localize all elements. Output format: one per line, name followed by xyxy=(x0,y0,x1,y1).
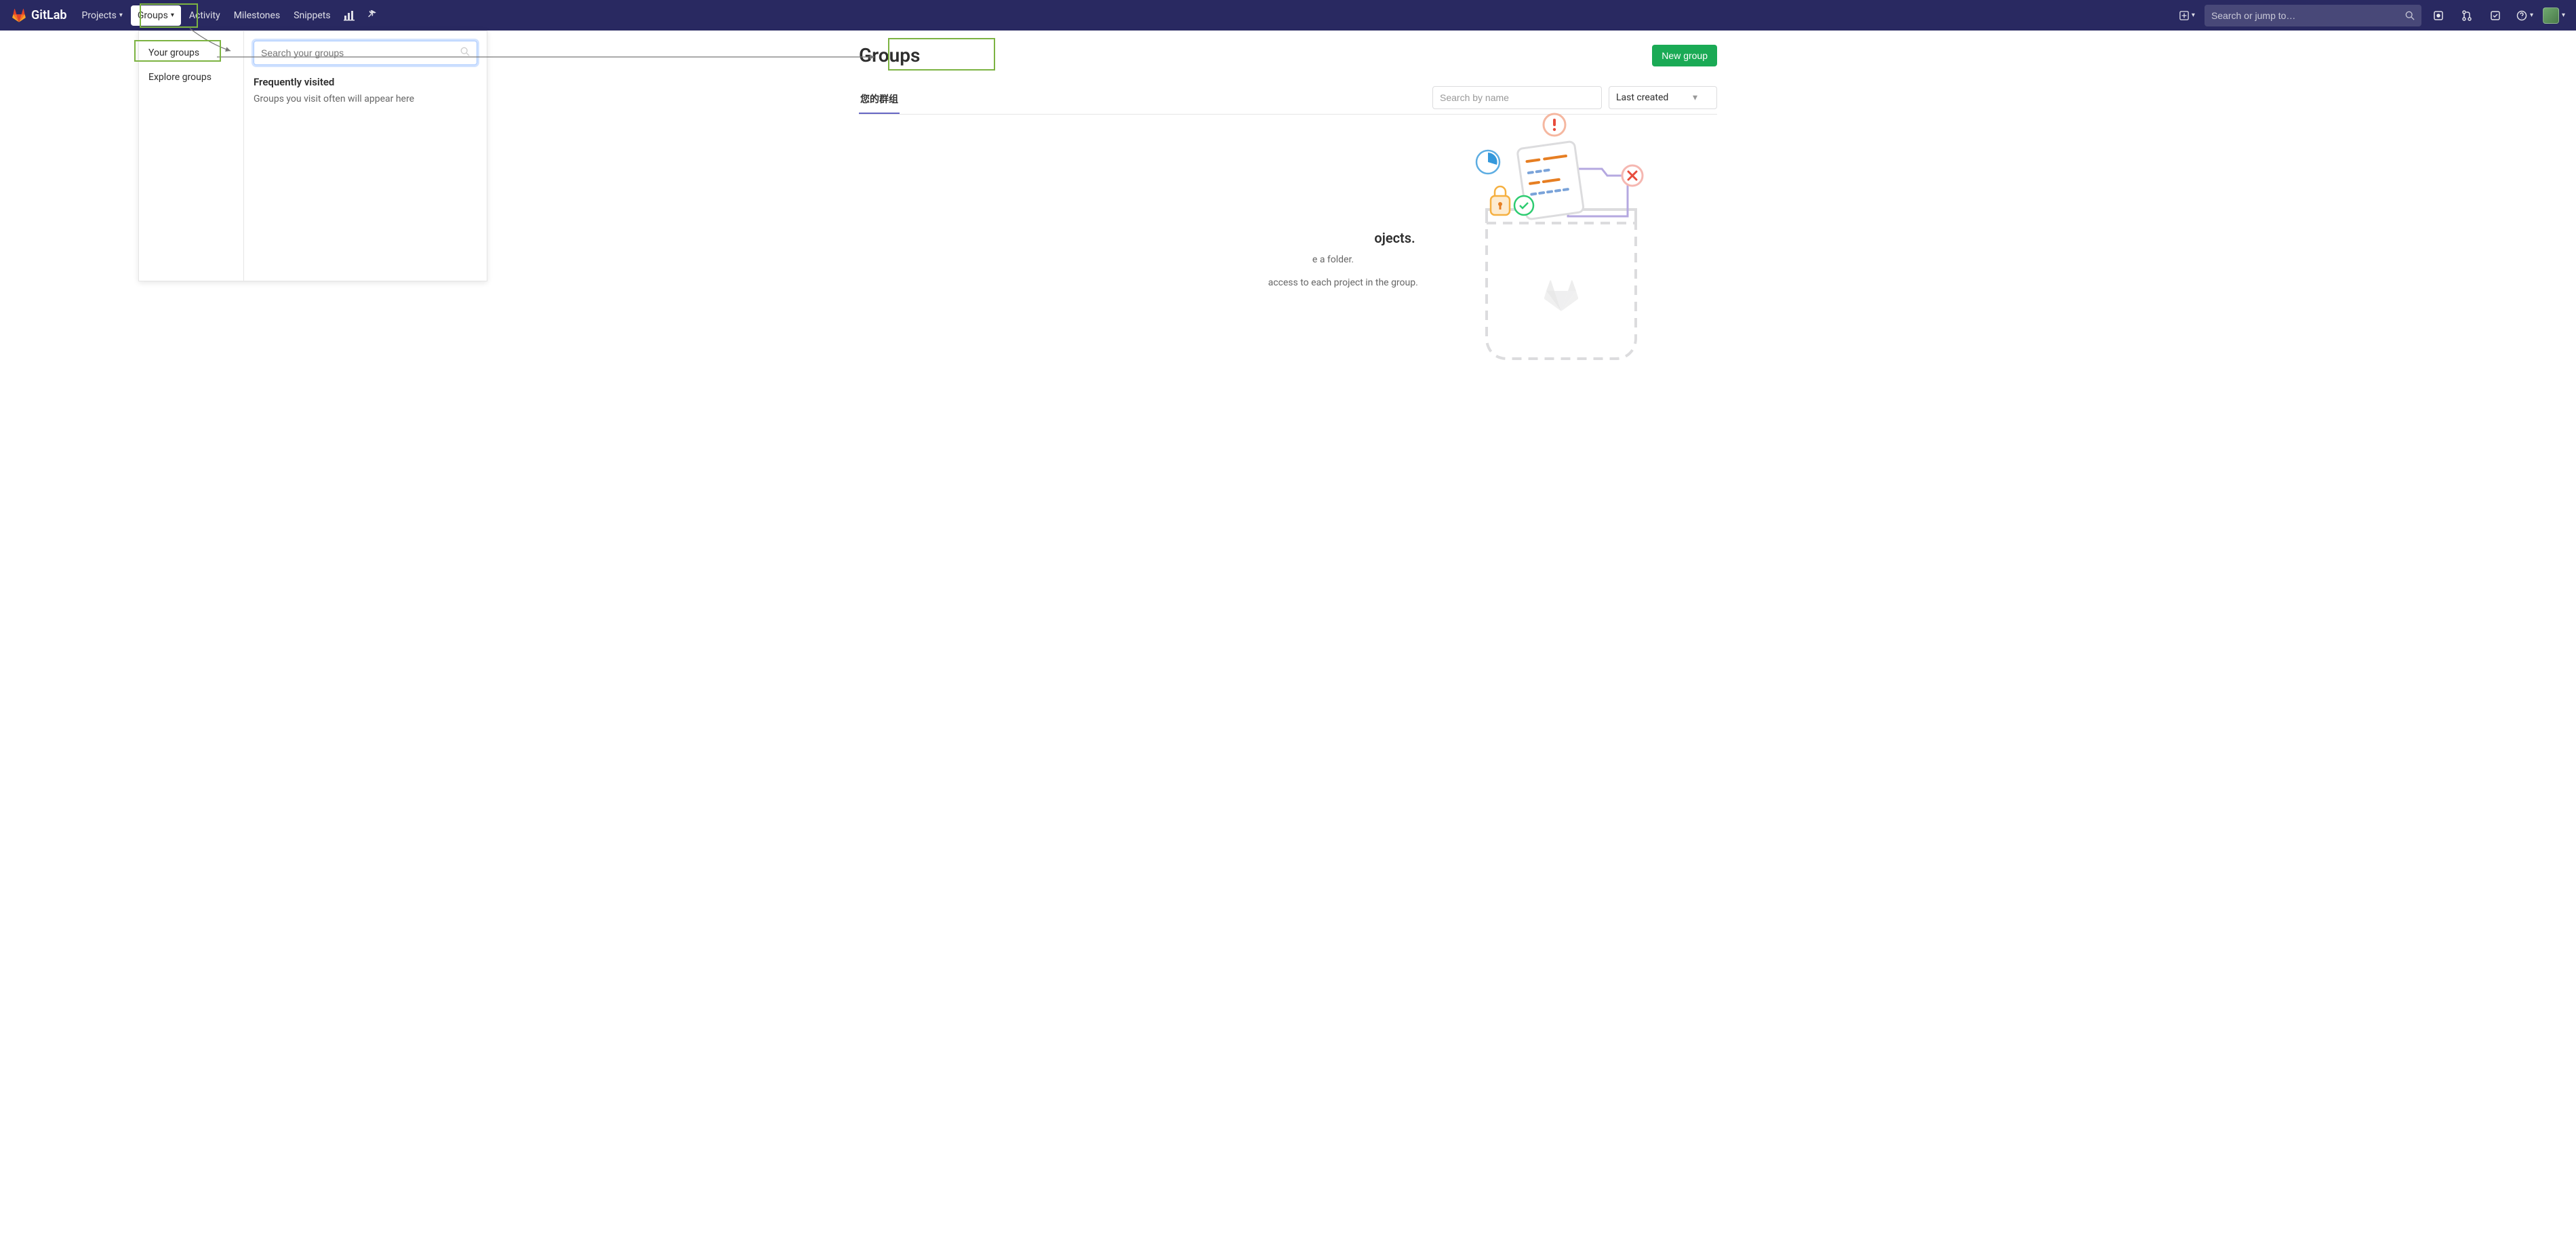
chevron-down-icon: ▾ xyxy=(171,12,174,19)
nav-snippets-label: Snippets xyxy=(294,10,330,21)
merge-request-icon xyxy=(2461,10,2472,21)
nav-projects-label: Projects xyxy=(82,10,117,21)
groups-dropdown-sidebar: Your groups Explore groups xyxy=(139,31,244,281)
chevron-down-icon: ▾ xyxy=(2530,12,2533,19)
todo-icon xyxy=(2490,10,2501,21)
user-avatar xyxy=(2543,7,2559,24)
groups-dropdown-panel: Your groups Explore groups Frequently vi… xyxy=(138,31,487,281)
frequently-visited-text: Groups you visit often will appear here xyxy=(254,94,477,104)
groups-dropdown-search[interactable] xyxy=(254,41,477,65)
nav-activity-label: Activity xyxy=(189,10,220,21)
merge-requests-icon-btn[interactable] xyxy=(2455,4,2478,27)
todos-icon-btn[interactable] xyxy=(2484,4,2507,27)
bar-chart-icon xyxy=(344,10,355,21)
user-menu[interactable]: ▾ xyxy=(2543,7,2565,24)
nav-projects[interactable]: Projects ▾ xyxy=(75,0,129,31)
gitlab-logo[interactable]: GitLab xyxy=(11,8,67,23)
gitlab-brand-text: GitLab xyxy=(31,8,67,22)
chevron-down-icon: ▾ xyxy=(2192,12,2195,19)
filter-by-name-input[interactable] xyxy=(1432,86,1602,109)
search-icon xyxy=(460,47,470,59)
issues-icon xyxy=(2433,10,2444,21)
sort-dropdown[interactable]: Last created ▾ xyxy=(1609,86,1717,109)
help-icon xyxy=(2516,10,2527,21)
wrench-icon xyxy=(367,10,378,21)
nav-activity[interactable]: Activity xyxy=(182,0,227,31)
nav-snippets[interactable]: Snippets xyxy=(287,0,337,31)
plus-square-icon xyxy=(2179,11,2189,20)
nav-milestones[interactable]: Milestones xyxy=(227,0,287,31)
new-group-button[interactable]: New group xyxy=(1652,45,1717,66)
nav-admin-icon[interactable] xyxy=(361,4,384,27)
nav-groups-label: Groups xyxy=(138,10,168,21)
gitlab-icon xyxy=(11,8,27,23)
help-dropdown[interactable]: ▾ xyxy=(2512,10,2537,21)
frequently-visited-heading: Frequently visited xyxy=(254,76,477,88)
chevron-down-icon: ▾ xyxy=(1693,92,1697,103)
top-navbar: GitLab Projects ▾ Groups ▾ Activity Mile… xyxy=(0,0,2576,31)
global-search-input[interactable] xyxy=(2211,10,2405,21)
chevron-down-icon: ▾ xyxy=(119,12,123,19)
nav-milestones-label: Milestones xyxy=(234,10,281,21)
nav-analytics-icon[interactable] xyxy=(338,4,361,27)
groups-dropdown-search-input[interactable] xyxy=(261,47,460,58)
chevron-down-icon: ▾ xyxy=(2562,12,2565,19)
sort-dropdown-label: Last created xyxy=(1616,92,1668,103)
dropdown-your-groups[interactable]: Your groups xyxy=(139,41,243,65)
empty-state: A group is a collection of several proje… xyxy=(859,115,1717,327)
tab-your-groups[interactable]: 您的群组 xyxy=(859,85,900,114)
issues-icon-btn[interactable] xyxy=(2427,4,2450,27)
page-title: Groups xyxy=(859,44,920,66)
dropdown-explore-groups[interactable]: Explore groups xyxy=(139,65,243,90)
global-search[interactable] xyxy=(2205,5,2421,26)
empty-state-illustration xyxy=(1473,108,1649,372)
new-dropdown[interactable]: ▾ xyxy=(2175,11,2199,20)
nav-groups[interactable]: Groups ▾ xyxy=(131,5,181,26)
groups-dropdown-main: Frequently visited Groups you visit ofte… xyxy=(244,31,487,281)
search-icon xyxy=(2405,11,2415,20)
